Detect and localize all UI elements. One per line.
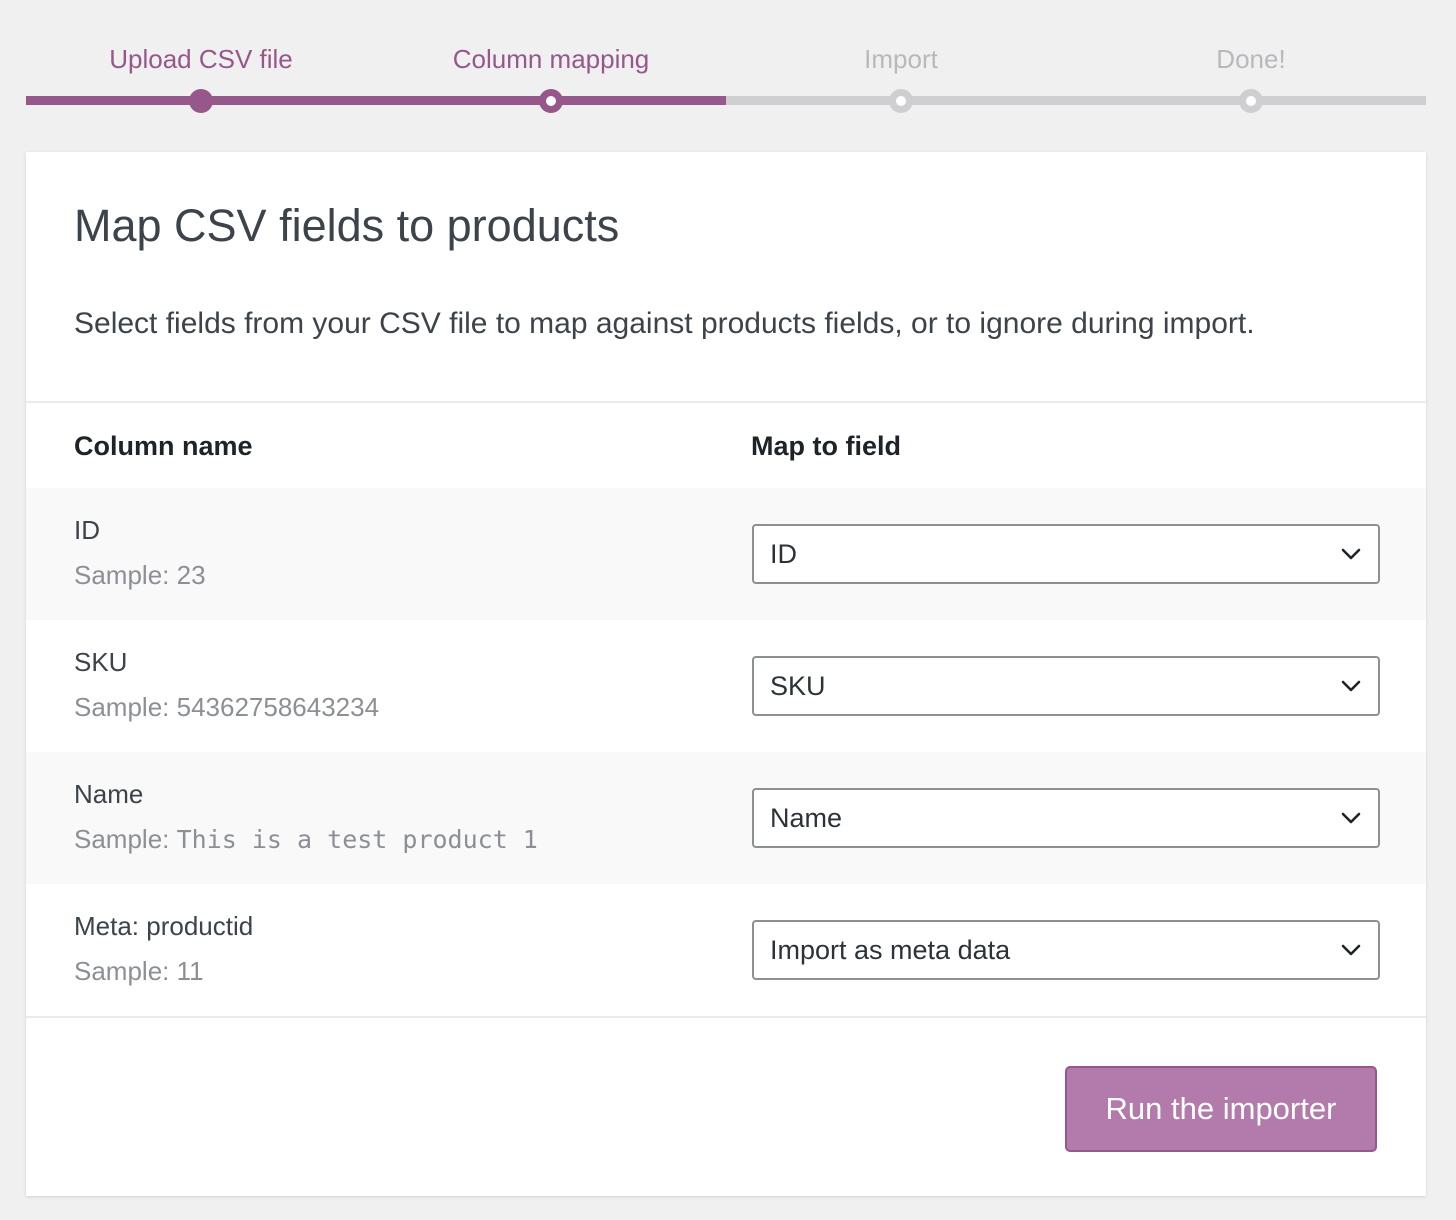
- step-current-dot-icon: [539, 89, 563, 113]
- sample-value: 11: [176, 956, 204, 986]
- chevron-down-icon: [1341, 944, 1361, 956]
- mapping-row-name: Name Sample: This is a test product 1 Na…: [26, 752, 1426, 884]
- card-header: Map CSV fields to products Select fields…: [26, 152, 1426, 403]
- column-name: Meta: productid: [74, 911, 254, 941]
- step-pending-dot-icon: [889, 89, 913, 113]
- column-sample: Sample: 54362758643234: [74, 691, 379, 723]
- step-column-mapping: Column mapping: [376, 0, 726, 120]
- step-complete-dot-icon: [189, 89, 213, 113]
- sample-label: Sample:: [74, 692, 170, 722]
- map-to-field-header: Map to field: [751, 431, 901, 461]
- step-label: Import: [864, 44, 938, 74]
- selected-field: ID: [770, 539, 797, 569]
- card-footer: Run the importer: [26, 1016, 1426, 1198]
- column-sample: Sample: This is a test product 1: [74, 823, 538, 856]
- mapping-row-sku: SKU Sample: 54362758643234 SKU: [26, 620, 1426, 752]
- import-progress-stepper: Upload CSV file Column mapping Import Do…: [26, 0, 1426, 120]
- step-label: Upload CSV file: [109, 44, 293, 74]
- page-title: Map CSV fields to products: [74, 200, 620, 251]
- selected-field: Import as meta data: [770, 935, 1011, 965]
- step-label: Column mapping: [452, 44, 650, 74]
- column-name: SKU: [74, 647, 128, 677]
- step-label: Done!: [1216, 44, 1286, 74]
- map-to-field-select-id[interactable]: ID: [752, 524, 1380, 584]
- sample-label: Sample:: [74, 956, 170, 986]
- step-import: Import: [726, 0, 1076, 120]
- column-mapping-card: Map CSV fields to products Select fields…: [26, 152, 1426, 1196]
- sample-value: This is a test product 1: [176, 825, 538, 854]
- sample-value: 23: [176, 560, 206, 590]
- sample-value: 54362758643234: [176, 692, 380, 722]
- chevron-down-icon: [1341, 680, 1361, 692]
- column-sample: Sample: 23: [74, 559, 206, 591]
- run-the-importer-button[interactable]: Run the importer: [1065, 1066, 1377, 1152]
- step-upload-csv-file: Upload CSV file: [26, 0, 376, 120]
- selected-field: SKU: [770, 671, 826, 701]
- step-done: Done!: [1076, 0, 1426, 120]
- sample-label: Sample:: [74, 824, 170, 854]
- column-name: ID: [74, 515, 100, 545]
- mapping-row-id: ID Sample: 23 ID: [26, 488, 1426, 620]
- map-to-field-select-name[interactable]: Name: [752, 788, 1380, 848]
- sample-label: Sample:: [74, 560, 170, 590]
- map-to-field-select-meta-productid[interactable]: Import as meta data: [752, 920, 1380, 980]
- column-name: Name: [74, 779, 144, 809]
- column-name-header: Column name: [74, 431, 253, 461]
- column-sample: Sample: 11: [74, 955, 204, 987]
- selected-field: Name: [770, 803, 843, 833]
- map-to-field-select-sku[interactable]: SKU: [752, 656, 1380, 716]
- mapping-row-meta-productid: Meta: productid Sample: 11 Import as met…: [26, 884, 1426, 1016]
- page-description: Select fields from your CSV file to map …: [74, 307, 1255, 340]
- chevron-down-icon: [1341, 812, 1361, 824]
- chevron-down-icon: [1341, 548, 1361, 560]
- step-pending-dot-icon: [1239, 89, 1263, 113]
